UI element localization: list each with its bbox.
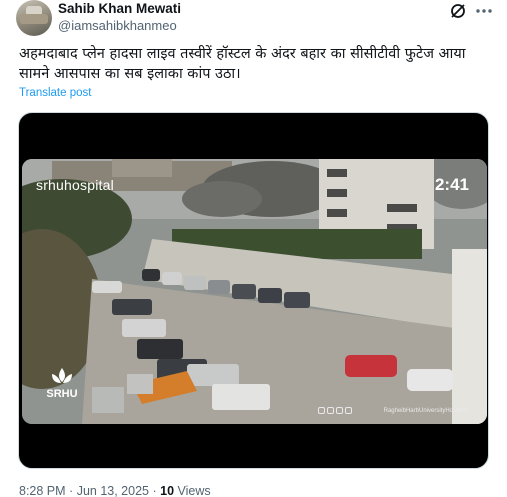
hospital-logo: SRHU (46, 368, 78, 400)
views-count: 10 (160, 484, 175, 497)
more-icon[interactable] (474, 2, 494, 20)
author-handle[interactable]: @iamsahibkhanmeo (58, 18, 177, 33)
post-metadata: 8:28 PM · Jun 13, 2025 · 10 Views (19, 484, 211, 497)
video-frame[interactable]: srhuhospital 2:41 SRHU RagheibHarbUniver… (22, 159, 487, 424)
video-bottom-watermark: RagheibHarbUniversityHospital (383, 408, 467, 414)
svg-text:SRHU: SRHU (46, 388, 77, 400)
video-watermark: srhuhospital (36, 177, 114, 193)
youtube-icon (345, 407, 352, 414)
video-player[interactable]: srhuhospital 2:41 SRHU RagheibHarbUniver… (18, 112, 489, 469)
twitter-icon (336, 407, 343, 414)
cctv-scene (22, 159, 487, 424)
post-time[interactable]: 8:28 PM (19, 484, 66, 497)
social-icons (318, 407, 352, 414)
views-label: Views (177, 484, 211, 497)
post-text-line-2: सामने आसपास का सब इलाका कांप उठा। (19, 66, 241, 82)
translate-post-link[interactable]: Translate post (19, 87, 91, 99)
post-date[interactable]: Jun 13, 2025 (77, 484, 149, 497)
meta-separator-1: · (69, 484, 74, 497)
post: Sahib Khan Mewati @iamsahibkhanmeo अहमदा… (0, 0, 507, 497)
post-text: अहमदाबाद प्लेन हादसा लाइव तस्वीरें हॉस्ट… (19, 44, 489, 84)
author-avatar[interactable] (16, 0, 52, 36)
video-timestamp: 2:41 (434, 175, 469, 194)
meta-separator-2: · (152, 484, 157, 497)
instagram-icon (318, 407, 325, 414)
facebook-icon (327, 407, 334, 414)
post-text-line-1: अहमदाबाद प्लेन हादसा लाइव तस्वीरें हॉस्ट… (19, 46, 466, 62)
author-name[interactable]: Sahib Khan Mewati (58, 1, 181, 16)
grok-icon[interactable] (448, 2, 468, 20)
